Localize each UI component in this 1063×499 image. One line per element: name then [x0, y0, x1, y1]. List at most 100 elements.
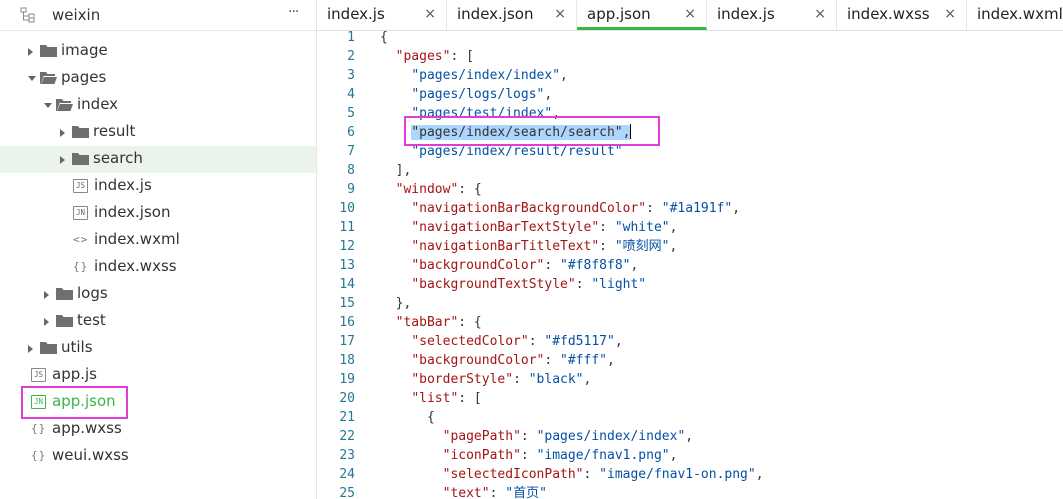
- code-token: :: [544, 258, 561, 273]
- chevron-right-icon[interactable]: [44, 291, 49, 299]
- js-file-icon: JS: [73, 179, 88, 193]
- folder-utils[interactable]: utils: [0, 335, 316, 362]
- tab-index-json[interactable]: index.json ×: [447, 0, 577, 30]
- code-line: 19 "borderStyle": "black",: [317, 370, 1063, 389]
- tab-index-wxml[interactable]: index.wxml×: [967, 0, 1063, 30]
- chevron-right-icon[interactable]: [60, 156, 65, 164]
- code-token: "#fd5117": [544, 334, 615, 349]
- wxss-file-icon: {}: [31, 449, 47, 462]
- line-number: 9: [347, 182, 355, 197]
- close-icon[interactable]: ×: [814, 6, 826, 22]
- close-icon[interactable]: ×: [944, 6, 956, 22]
- code-token: :: [513, 372, 529, 387]
- code-editor[interactable]: 1{2 "pages": [3 "pages/index/index", 4 "p…: [317, 31, 1063, 499]
- tab-index-wxss[interactable]: index.wxss ×: [837, 0, 967, 30]
- code-text: "navigationBarTitleText": "喷刻网",: [380, 237, 677, 256]
- line-number: 18: [339, 353, 355, 368]
- wxss-file-icon: {}: [31, 422, 47, 435]
- tree-item-label: index.js: [94, 176, 152, 194]
- line-number: 8: [347, 163, 355, 178]
- folder-search[interactable]: search: [0, 146, 316, 173]
- folder-index[interactable]: index: [0, 92, 316, 119]
- code-line: 23 "iconPath": "image/fnav1.png",: [317, 446, 1063, 465]
- folder-icon: [72, 153, 89, 165]
- code-line: 13 "backgroundColor": "#f8f8f8",: [317, 256, 1063, 275]
- line-number: 11: [339, 220, 355, 235]
- tree-item-label: logs: [77, 284, 108, 302]
- file-index-js[interactable]: JS index.js: [0, 173, 316, 200]
- folder-icon: [56, 288, 73, 300]
- json-file-icon: JN: [73, 206, 88, 220]
- code-text: "selectedColor": "#fd5117",: [380, 332, 623, 351]
- code-text: {: [380, 408, 435, 427]
- line-number: 16: [339, 315, 355, 330]
- line-number: 21: [339, 410, 355, 425]
- code-token: "backgroundTextStyle": [411, 277, 576, 292]
- file-index-wxml[interactable]: <> index.wxml: [0, 227, 316, 254]
- folder-logs[interactable]: logs: [0, 281, 316, 308]
- code-token: :: [646, 201, 662, 216]
- code-text: "backgroundColor": "#fff",: [380, 351, 615, 370]
- code-token: "tabBar": [395, 315, 459, 330]
- folder-icon: [40, 342, 57, 354]
- close-icon[interactable]: ×: [684, 6, 696, 22]
- chevron-right-icon[interactable]: [44, 318, 49, 326]
- code-token: "navigationBarTitleText": [411, 239, 600, 254]
- folder-result[interactable]: result: [0, 119, 316, 146]
- code-text: "selectedIconPath": "image/fnav1-on.png"…: [380, 465, 764, 484]
- code-token: "backgroundColor": [411, 258, 545, 273]
- code-line: 18 "backgroundColor": "#fff",: [317, 351, 1063, 370]
- file-tree-icon[interactable]: [20, 7, 36, 23]
- folder-pages[interactable]: pages: [0, 65, 316, 92]
- code-token: "image/fnav1-on.png": [599, 467, 756, 482]
- code-token: "borderStyle": [411, 372, 514, 387]
- code-token: :: [599, 220, 615, 235]
- close-icon[interactable]: ×: [554, 6, 566, 22]
- folder-icon: [40, 45, 57, 57]
- code-text: {: [380, 31, 388, 47]
- explorer-header: weixin ···: [0, 0, 316, 31]
- code-text: "iconPath": "image/fnav1.png",: [380, 446, 678, 465]
- tab-label: index.json: [457, 5, 534, 23]
- code-text: "pages/index/index",: [380, 66, 568, 85]
- chevron-down-icon[interactable]: [44, 103, 52, 108]
- file-app-wxss[interactable]: {} app.wxss: [0, 416, 316, 443]
- code-text: "backgroundColor": "#f8f8f8",: [380, 256, 638, 275]
- code-token: "#1a191f": [661, 201, 733, 216]
- tab-app-json[interactable]: app.json ×: [577, 0, 707, 30]
- line-number: 12: [339, 239, 355, 254]
- folder-image[interactable]: image: [0, 38, 316, 65]
- more-options-icon[interactable]: ···: [288, 4, 299, 20]
- code-token: : {: [458, 182, 482, 197]
- close-icon[interactable]: ×: [424, 6, 436, 22]
- code-token: ,: [614, 334, 623, 349]
- tab-label: index.js: [327, 5, 385, 23]
- code-token: "window": [395, 182, 459, 197]
- code-token: "white": [614, 220, 670, 235]
- file-index-json[interactable]: JN index.json: [0, 200, 316, 227]
- code-line: 9 "window": {: [317, 180, 1063, 199]
- chevron-right-icon[interactable]: [28, 345, 33, 353]
- file-weui-wxss[interactable]: {} weui.wxss: [0, 443, 316, 470]
- line-number: 7: [347, 144, 355, 159]
- editor-tab-bar: index.js × index.json × app.json × index.js × in…: [317, 0, 1063, 31]
- file-app-js[interactable]: JS app.js: [0, 362, 316, 389]
- tab-index-js[interactable]: index.js ×: [707, 0, 837, 30]
- line-number: 14: [339, 277, 355, 292]
- wxml-file-icon: <>: [73, 233, 89, 246]
- chevron-right-icon[interactable]: [60, 129, 65, 137]
- code-text: "text": "首页": [380, 484, 547, 499]
- code-token: },: [380, 296, 412, 311]
- file-index-wxss[interactable]: {} index.wxss: [0, 254, 316, 281]
- code-token: :: [599, 239, 615, 254]
- tab-index-js[interactable]: index.js ×: [317, 0, 447, 30]
- folder-test[interactable]: test: [0, 308, 316, 335]
- chevron-right-icon[interactable]: [28, 48, 33, 56]
- line-number: 5: [347, 106, 355, 121]
- chevron-down-icon[interactable]: [28, 76, 36, 81]
